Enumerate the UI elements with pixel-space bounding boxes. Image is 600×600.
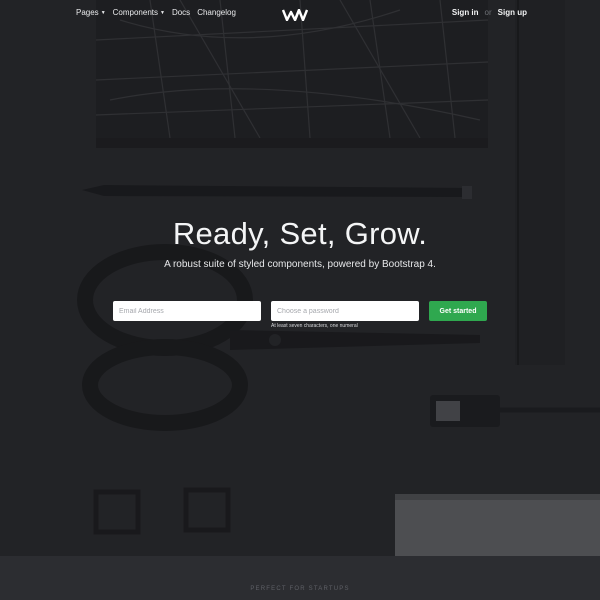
nav-item-label: Docs xyxy=(171,8,191,17)
sign-in-link[interactable]: Sign in xyxy=(452,8,479,17)
caret-down-icon: ▼ xyxy=(100,9,106,16)
nav-item-label: Pages xyxy=(76,8,99,17)
get-started-button[interactable]: Get started xyxy=(429,301,487,321)
hero-subtitle: A robust suite of styled components, pow… xyxy=(164,259,436,270)
password-hint: At least seven characters, one numeral xyxy=(271,323,358,329)
nav-item-pages[interactable]: Pages ▼ xyxy=(76,8,106,17)
password-input[interactable] xyxy=(271,301,419,321)
dark-overlay xyxy=(0,0,600,556)
hero-section: Pages ▼ Components ▼ Docs Changelog Sign… xyxy=(0,0,600,556)
nav-item-components[interactable]: Components ▼ xyxy=(113,8,165,17)
auth-separator: or xyxy=(484,8,492,17)
wingman-logo-icon[interactable] xyxy=(282,9,308,21)
section-label: PERFECT FOR STARTUPS xyxy=(250,586,350,592)
top-navbar: Pages ▼ Components ▼ Docs Changelog Sign… xyxy=(0,0,600,28)
nav-item-label: Components xyxy=(112,8,158,17)
email-input[interactable] xyxy=(113,301,261,321)
nav-item-label: Changelog xyxy=(197,8,236,17)
footer-section xyxy=(0,556,600,600)
nav-item-docs[interactable]: Docs xyxy=(172,8,190,17)
auth-links: Sign in or Sign up xyxy=(452,8,527,17)
hero-title: Ready, Set, Grow. xyxy=(172,216,428,251)
caret-down-icon: ▼ xyxy=(160,9,165,16)
nav-menu: Pages ▼ Components ▼ Docs Changelog xyxy=(76,8,236,17)
sign-up-link[interactable]: Sign up xyxy=(498,8,527,17)
nav-item-changelog[interactable]: Changelog xyxy=(197,8,236,17)
